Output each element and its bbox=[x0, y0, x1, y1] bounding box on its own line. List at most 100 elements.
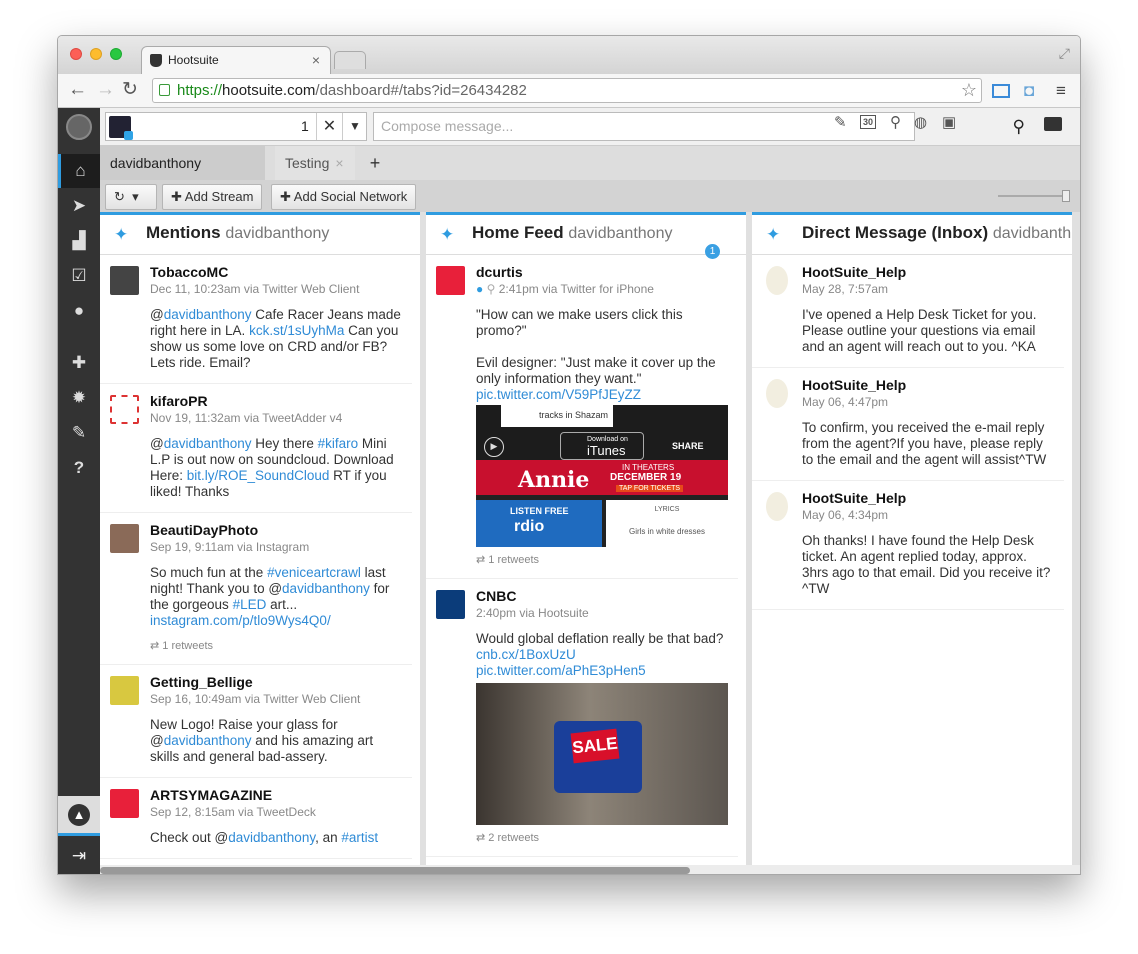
browser-tab-close-button[interactable]: × bbox=[312, 47, 320, 74]
stream-header[interactable]: ✦ Home Feed davidbanthony 1 bbox=[426, 215, 746, 259]
author-name[interactable]: HootSuite_Help bbox=[802, 489, 1054, 507]
hashtag-link[interactable]: #veniceartcrawl bbox=[267, 565, 361, 580]
attached-image[interactable]: tracks in Shazam ▶ Download on iTunes SHA… bbox=[476, 405, 728, 547]
author-name[interactable]: TobaccoMC bbox=[150, 263, 402, 281]
profile-dropdown-chevron-icon[interactable]: ▼ bbox=[342, 113, 367, 140]
chat-bubble-icon[interactable] bbox=[1044, 117, 1062, 131]
address-bar[interactable]: https://hootsuite.com/dashboard#/tabs?id… bbox=[152, 78, 982, 103]
nav-settings-gear-icon[interactable]: ✹ bbox=[58, 381, 100, 415]
retweet-count[interactable]: ⇄ 1 retweets bbox=[476, 553, 728, 566]
mention-link[interactable]: davidbanthony bbox=[228, 830, 315, 845]
column-width-slider-handle[interactable] bbox=[1062, 190, 1070, 202]
author-name[interactable]: kifaroPR bbox=[150, 392, 402, 410]
back-arrow-icon[interactable]: ← bbox=[68, 79, 87, 101]
zoom-window-button[interactable] bbox=[110, 48, 122, 60]
hootsuite-owl-logo-icon[interactable] bbox=[66, 114, 92, 140]
attach-paperclip-icon[interactable]: ✎ bbox=[834, 113, 847, 131]
upgrade-button[interactable]: ▲ bbox=[58, 796, 100, 836]
avatar[interactable] bbox=[110, 524, 139, 553]
menu-icon[interactable]: ≡ bbox=[1056, 81, 1066, 101]
column-width-slider-track[interactable] bbox=[998, 195, 1070, 197]
nav-help-question-icon[interactable]: ? bbox=[58, 451, 100, 485]
nav-contacts-person-icon[interactable]: ● bbox=[58, 294, 100, 328]
logout-icon[interactable]: ⇥ bbox=[58, 836, 100, 874]
close-window-button[interactable] bbox=[70, 48, 82, 60]
author-name[interactable]: BeautiDayPhoto bbox=[150, 521, 402, 539]
url-link[interactable]: cnb.cx/1BoxUzU bbox=[476, 647, 576, 662]
author-name[interactable]: HootSuite_Help bbox=[802, 376, 1054, 394]
hashtag-link[interactable]: #artist bbox=[341, 830, 378, 845]
location-pin-icon[interactable]: ⚲ bbox=[890, 113, 901, 131]
mention-link[interactable]: davidbanthony bbox=[164, 307, 252, 322]
privacy-lock-icon[interactable]: ▣ bbox=[942, 113, 956, 131]
retweet-count[interactable]: ⇄ 2 retweets bbox=[476, 831, 728, 844]
attached-image[interactable]: SALE bbox=[476, 683, 728, 825]
add-stream-button[interactable]: ✚ Add Stream bbox=[162, 184, 263, 210]
avatar[interactable] bbox=[110, 789, 139, 818]
url-link[interactable]: pic.twitter.com/aPhE3pHen5 bbox=[476, 663, 646, 678]
new-tab-button[interactable] bbox=[334, 51, 366, 69]
nav-assignments-checkbox-icon[interactable]: ☑ bbox=[58, 259, 100, 293]
targeting-globe-icon[interactable]: ◍ bbox=[914, 113, 927, 131]
nav-publisher-paper-plane-icon[interactable]: ➤ bbox=[58, 189, 100, 223]
stream-header[interactable]: ✦ Mentions davidbanthony bbox=[100, 215, 420, 255]
hashtag-link[interactable]: #kifaro bbox=[318, 436, 359, 451]
author-name[interactable]: CNBC bbox=[476, 587, 728, 605]
mention-link[interactable]: davidbanthony bbox=[164, 733, 252, 748]
play-icon[interactable]: ▶ bbox=[484, 437, 504, 457]
add-social-network-button[interactable]: ✚ Add Social Network bbox=[271, 184, 417, 210]
url-link[interactable]: bit.ly/ROE_SoundCloud bbox=[187, 468, 330, 483]
camera-icon[interactable]: ◘ bbox=[1024, 81, 1034, 101]
schedule-calendar-icon[interactable]: 30 bbox=[860, 115, 877, 129]
list-item[interactable]: dcurtis ● ⚲ 2:41pm via Twitter for iPhon… bbox=[426, 255, 738, 579]
search-icon[interactable]: ⚲ bbox=[1013, 117, 1025, 137]
avatar[interactable] bbox=[110, 676, 139, 705]
itunes-button[interactable]: Download on iTunes bbox=[560, 432, 644, 460]
url-link[interactable]: kck.st/1sUyhMa bbox=[249, 323, 344, 338]
url-link[interactable]: instagram.com/p/tlo9Wys4Q0/ bbox=[150, 613, 331, 628]
avatar[interactable] bbox=[766, 379, 788, 408]
tab-davidbanthony-twitter[interactable]: davidbanthony (Twitter)× bbox=[100, 146, 265, 205]
browser-tab[interactable]: Hootsuite × bbox=[141, 46, 331, 74]
list-item[interactable]: Getting_Bellige Sep 16, 10:49am via Twit… bbox=[100, 665, 412, 778]
hashtag-link[interactable]: #LED bbox=[233, 597, 267, 612]
horizontal-scrollbar-thumb[interactable] bbox=[100, 867, 690, 874]
list-item[interactable]: CNBC 2:40pm via Hootsuite Would global d… bbox=[426, 579, 738, 857]
selected-profile-avatar[interactable] bbox=[109, 116, 133, 140]
avatar[interactable] bbox=[436, 590, 465, 619]
avatar[interactable] bbox=[110, 266, 139, 295]
tab-testing[interactable]: Testing × bbox=[275, 146, 355, 180]
stream-header[interactable]: ✦ Direct Message (Inbox) davidbanth… bbox=[752, 215, 1072, 255]
nav-tools-wrench-icon[interactable]: ✎ bbox=[58, 416, 100, 450]
author-name[interactable]: HootSuite_Help bbox=[802, 263, 1054, 281]
avatar[interactable] bbox=[766, 266, 788, 295]
list-item[interactable]: BeautiDayPhoto Sep 19, 9:11am via Instag… bbox=[100, 513, 412, 665]
retweet-count[interactable]: ⇄ 1 retweets bbox=[150, 639, 402, 652]
list-item[interactable]: HootSuite_Help May 06, 4:47pm To confirm… bbox=[752, 368, 1064, 481]
share-label[interactable]: SHARE bbox=[672, 441, 704, 451]
avatar[interactable] bbox=[110, 395, 139, 424]
reload-icon[interactable]: ↻ bbox=[122, 79, 138, 101]
list-item[interactable]: TobaccoMC Dec 11, 10:23am via Twitter We… bbox=[100, 255, 412, 384]
minimize-window-button[interactable] bbox=[90, 48, 102, 60]
mention-link[interactable]: davidbanthony bbox=[282, 581, 370, 596]
author-name[interactable]: Getting_Bellige bbox=[150, 673, 402, 691]
forward-arrow-icon[interactable]: → bbox=[96, 79, 115, 101]
avatar[interactable] bbox=[436, 266, 465, 295]
mention-link[interactable]: davidbanthony bbox=[164, 436, 252, 451]
add-tab-button[interactable]: + bbox=[362, 146, 388, 180]
nav-analytics-bar-chart-icon[interactable]: ▟ bbox=[58, 224, 100, 258]
avatar[interactable] bbox=[766, 492, 788, 521]
list-item[interactable]: kifaroPR Nov 19, 11:32am via TweetAdder … bbox=[100, 384, 412, 513]
nav-apps-puzzle-icon[interactable]: ✚ bbox=[58, 346, 100, 380]
author-name[interactable]: ARTSYMAGAZINE bbox=[150, 786, 402, 804]
bookmark-star-icon[interactable]: ☆ bbox=[961, 79, 977, 102]
nav-streams-home-icon[interactable]: ⌂ bbox=[58, 154, 100, 188]
clear-profiles-button[interactable]: ✕ bbox=[316, 113, 342, 140]
url-link[interactable]: pic.twitter.com/V59PfJEyZZ bbox=[476, 387, 641, 402]
cast-icon[interactable] bbox=[992, 84, 1010, 98]
list-item[interactable]: ARTSYMAGAZINE Sep 12, 8:15am via TweetDe… bbox=[100, 778, 412, 859]
horizontal-scrollbar[interactable] bbox=[100, 865, 1080, 874]
fullscreen-icon[interactable]: ⤢ bbox=[1059, 45, 1070, 62]
list-item[interactable]: HootSuite_Help May 28, 7:57am I've opene… bbox=[752, 255, 1064, 368]
